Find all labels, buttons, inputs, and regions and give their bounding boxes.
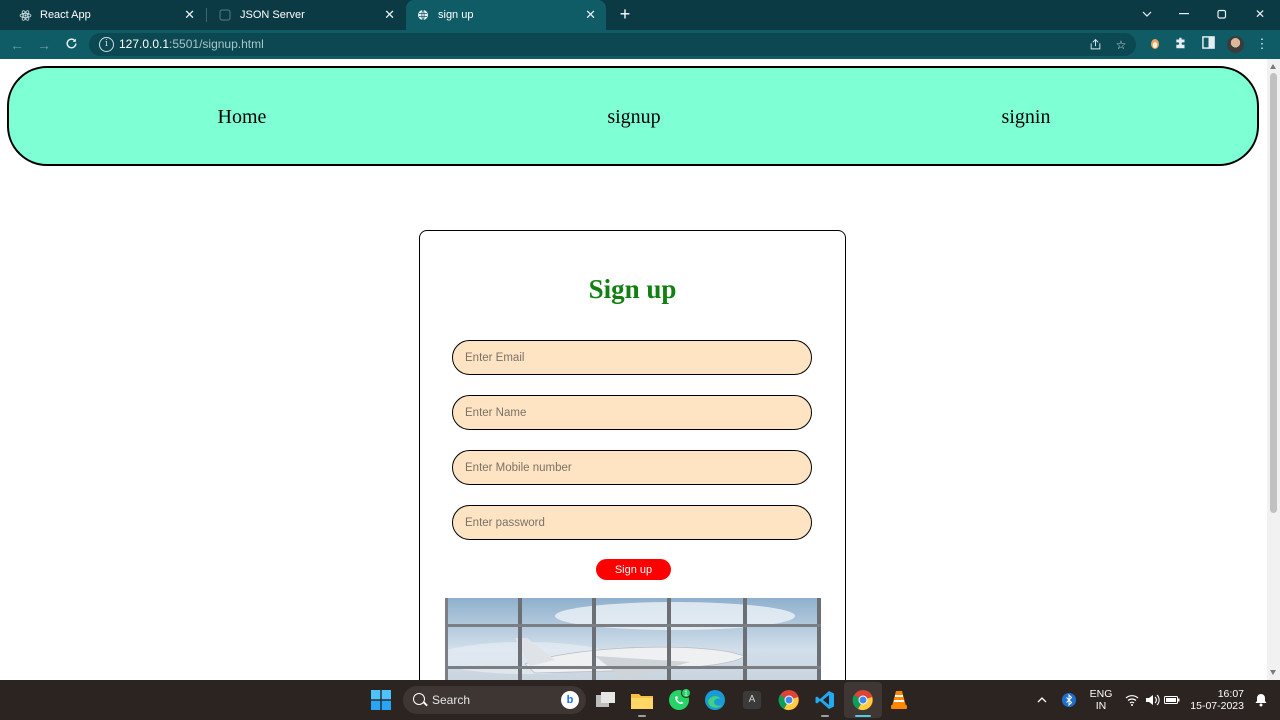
task-view-icon[interactable] [594, 688, 618, 712]
password-input[interactable] [452, 505, 812, 540]
clock-date: 15-07-2023 [1190, 700, 1244, 712]
close-tab-icon[interactable]: ✕ [585, 8, 596, 22]
tab-title: JSON Server [240, 9, 305, 21]
kebab-menu-icon[interactable]: ⋮ [1254, 36, 1270, 52]
reload-icon[interactable] [62, 36, 80, 54]
url-text: 127.0.0.1:5501/signup.html [119, 37, 264, 51]
site-info-icon[interactable]: i [99, 37, 114, 52]
email-input[interactable] [452, 340, 812, 375]
extension-icon[interactable] [1147, 36, 1163, 52]
address-bar[interactable]: i 127.0.0.1:5501/signup.html ☆ [89, 33, 1136, 56]
search-icon [413, 693, 425, 705]
close-window-icon[interactable]: ✕ [1241, 0, 1279, 28]
language-indicator[interactable]: ENG IN [1088, 688, 1114, 712]
file-explorer-icon[interactable] [630, 688, 654, 712]
app-a-icon[interactable]: A [740, 688, 764, 712]
signup-submit-button[interactable]: Sign up [596, 559, 671, 580]
side-panel-icon[interactable] [1200, 36, 1216, 52]
taskbar-search[interactable]: Search b [403, 686, 586, 714]
profile-avatar[interactable] [1227, 36, 1244, 53]
nav-link-signin[interactable]: signin [1002, 106, 1051, 129]
globe-icon [416, 8, 430, 22]
vertical-scrollbar[interactable] [1267, 59, 1280, 680]
windows-taskbar: Search b 1 A ENG IN 16:07 15-07-2023 [0, 680, 1280, 720]
share-icon[interactable] [1088, 38, 1102, 52]
react-icon [18, 8, 32, 22]
tab-json-server[interactable]: JSON Server ✕ [200, 0, 405, 30]
tab-title: sign up [438, 9, 474, 21]
tab-search-chevron-icon[interactable] [1128, 0, 1166, 28]
browser-tab-strip: React App ✕ JSON Server ✕ sign up ✕ + ✕ [0, 0, 1280, 30]
page-viewport: Home signup signin Sign up Sign up [0, 59, 1267, 680]
new-tab-plus-icon[interactable]: + [616, 5, 634, 23]
browser-toolbar: ← → i 127.0.0.1:5501/signup.html ☆ ⋮ [0, 30, 1280, 59]
search-label: Search [432, 693, 471, 707]
restore-icon[interactable] [1203, 0, 1241, 28]
scroll-down-arrow-icon[interactable] [1270, 670, 1276, 675]
scroll-up-arrow-icon[interactable] [1270, 64, 1276, 69]
json-server-icon [218, 8, 232, 22]
vscode-icon[interactable] [813, 688, 837, 712]
tab-react-app[interactable]: React App ✕ [0, 0, 205, 30]
chrome-icon[interactable] [777, 688, 801, 712]
minimize-icon[interactable] [1165, 0, 1203, 28]
clock-time: 16:07 [1217, 688, 1244, 700]
tab-title: React App [40, 9, 91, 21]
whatsapp-icon[interactable]: 1 [667, 688, 691, 712]
form-title: Sign up [588, 274, 677, 304]
whatsapp-badge: 1 [684, 691, 688, 698]
forward-arrow-icon[interactable]: → [35, 36, 53, 54]
running-indicator [821, 715, 829, 717]
battery-icon[interactable] [1160, 688, 1184, 712]
signup-form-card: Sign up Sign up [419, 230, 846, 680]
site-navbar: Home signup signin [7, 66, 1259, 166]
vlc-icon[interactable] [887, 688, 911, 712]
show-hidden-icons-chevron-icon[interactable] [1030, 688, 1054, 712]
language-label: ENG [1089, 688, 1113, 700]
close-tab-icon[interactable]: ✕ [384, 8, 395, 22]
chrome-active-icon[interactable] [851, 688, 875, 712]
edge-icon[interactable] [703, 688, 727, 712]
bookmark-star-icon[interactable]: ☆ [1114, 38, 1128, 52]
notification-bell-icon[interactable] [1249, 688, 1273, 712]
close-tab-icon[interactable]: ✕ [184, 8, 195, 22]
bluetooth-icon[interactable] [1057, 688, 1081, 712]
scrollbar-thumb[interactable] [1270, 73, 1277, 513]
bing-icon[interactable]: b [561, 691, 579, 709]
tab-sign-up[interactable]: sign up ✕ [406, 0, 606, 30]
extensions-puzzle-icon[interactable] [1173, 36, 1189, 52]
nav-link-signup[interactable]: signup [607, 106, 660, 129]
clock[interactable]: 16:07 15-07-2023 [1188, 688, 1248, 712]
mobile-number-input[interactable] [452, 450, 812, 485]
nav-link-home[interactable]: Home [218, 106, 267, 129]
active-indicator [855, 715, 871, 717]
name-input[interactable] [452, 395, 812, 430]
airplane-photo [445, 598, 821, 680]
back-arrow-icon[interactable]: ← [8, 36, 26, 54]
region-label: IN [1095, 700, 1107, 712]
windows-start-icon[interactable] [369, 688, 393, 712]
running-indicator [638, 715, 646, 717]
